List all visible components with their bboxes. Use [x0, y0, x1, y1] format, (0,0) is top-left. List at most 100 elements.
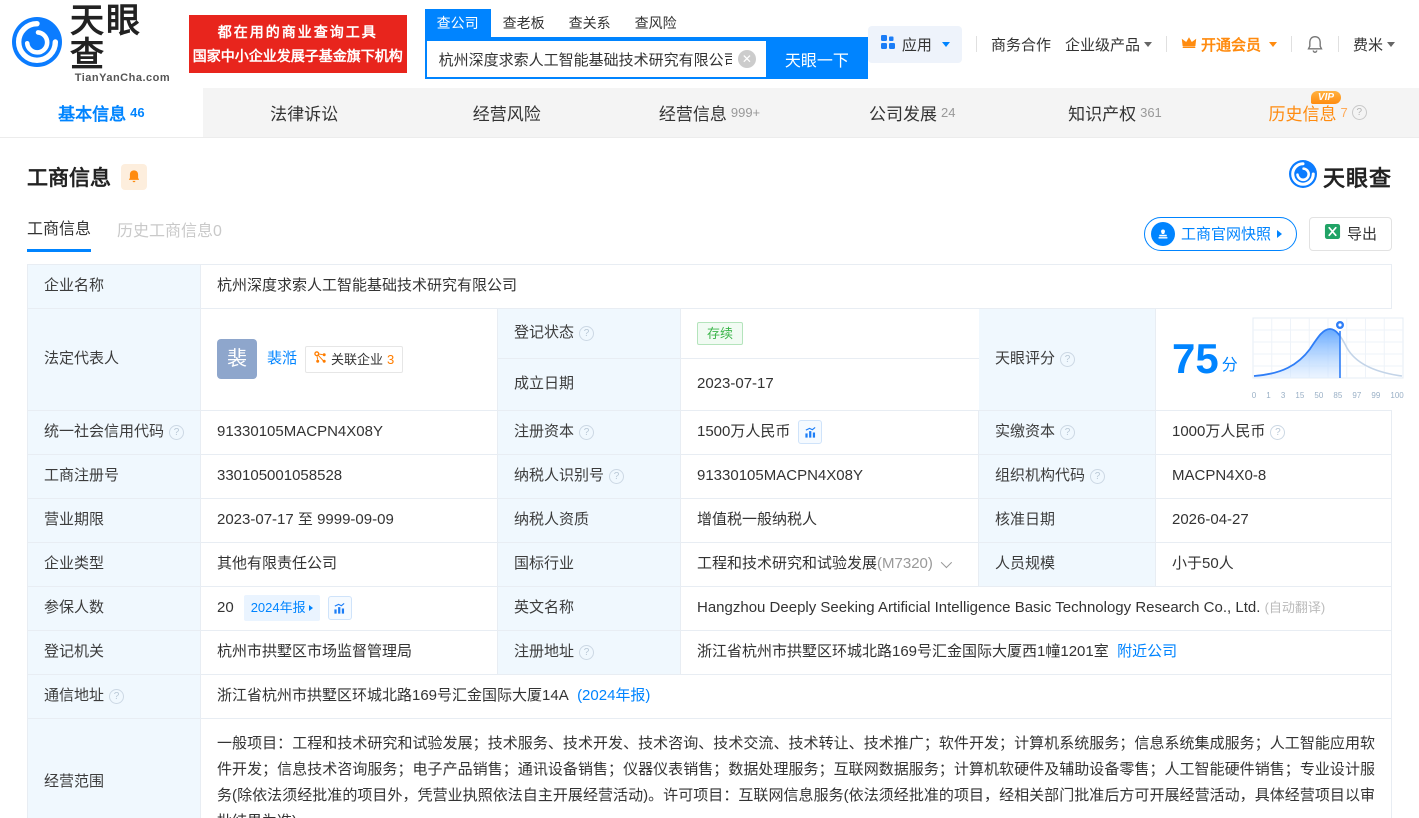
taxpayer-id-label: 纳税人识别号? [498, 455, 681, 498]
table-row: 登记机关 杭州市拱墅区市场监督管理局 注册地址? 浙江省杭州市拱墅区环城北路16… [28, 631, 1391, 675]
tab-operating-info[interactable]: 经营信息999+ [608, 88, 811, 137]
tianyancha-logo[interactable]: 天眼查 TianYanCha.com [12, 4, 175, 84]
annual-report-link[interactable]: (2024年报) [577, 685, 650, 708]
taxpayer-id-value: 91330105MACPN4X08Y [681, 455, 979, 498]
table-row: 经营范围 一般项目：工程和技术研究和试验发展；技术服务、技术开发、技术咨询、技术… [28, 719, 1391, 818]
company-tabs: 基本信息46 法律诉讼 经营风险 经营信息999+ 公司发展24 知识产权361… [0, 88, 1419, 138]
official-snapshot-button[interactable]: 工商官网快照 [1144, 217, 1297, 251]
tab-history-info[interactable]: VIP 历史信息7 ? [1216, 88, 1419, 137]
vip-badge: VIP [1311, 91, 1341, 104]
annual-report-badge[interactable]: 2024年报 [244, 595, 320, 621]
score-label: 天眼评分? [979, 309, 1156, 410]
user-name: 费米 [1353, 34, 1383, 55]
search-tab-boss[interactable]: 查老板 [491, 9, 557, 37]
logo-domain: TianYanCha.com [75, 72, 170, 84]
tab-count: 7 [1341, 105, 1348, 120]
notification-bell-icon[interactable] [1306, 35, 1324, 54]
search-tab-relation[interactable]: 查关系 [557, 9, 623, 37]
chevron-down-icon [1387, 42, 1395, 47]
reg-number-value: 330105001058528 [201, 455, 498, 498]
search-tab-company[interactable]: 查公司 [425, 9, 491, 37]
legal-rep-name-link[interactable]: 裴湉 [267, 348, 297, 371]
mail-address-value: 浙江省杭州市拱墅区环城北路169号汇金国际大厦14A (2024年报) [201, 675, 1391, 718]
help-icon[interactable]: ? [579, 645, 594, 660]
nav-vip-label: 开通会员 [1201, 34, 1261, 55]
tianyancha-logo-icon [12, 17, 62, 72]
search-input[interactable] [425, 39, 766, 79]
arrow-right-icon [309, 605, 313, 611]
watermark-brand-text: 天眼查 [1323, 161, 1392, 193]
credit-code-value: 91330105MACPN4X08Y [201, 411, 498, 454]
reg-capital-label: 注册资本? [498, 411, 681, 454]
org-code-label: 组织机构代码? [979, 455, 1156, 498]
apps-menu[interactable]: 应用 [868, 26, 962, 63]
industry-code: (M7320) [877, 553, 933, 576]
company-name-value: 杭州深度求索人工智能基础技术研究有限公司 [201, 265, 1391, 308]
insured-label: 参保人数 [28, 587, 201, 630]
english-name-value: Hangzhou Deeply Seeking Artificial Intel… [681, 587, 1391, 630]
top-nav: 应用 商务合作 企业级产品 开通会员 费米 [868, 26, 1395, 63]
help-icon[interactable]: ? [169, 425, 184, 440]
tab-intellectual-property[interactable]: 知识产权361 [1014, 88, 1217, 137]
insured-trend-icon[interactable] [328, 596, 352, 620]
legal-rep-label: 法定代表人 [28, 309, 201, 410]
business-term-value: 2023-07-17 至 9999-09-09 [201, 499, 498, 542]
export-button[interactable]: 导出 [1309, 217, 1392, 251]
nav-enterprise[interactable]: 企业级产品 [1065, 34, 1152, 55]
tab-label: 法律诉讼 [270, 100, 338, 125]
clear-search-icon[interactable]: ✕ [738, 50, 756, 68]
subscribe-bell-icon[interactable] [121, 164, 147, 190]
page: 天眼查 TianYanCha.com 都在用的商业查询工具 国家中小企业发展子基… [0, 0, 1419, 818]
subtab-row: 工商信息 历史工商信息0 工商官网快照 导出 [27, 215, 1392, 252]
legal-rep-value: 裴 裴湉 关联企业 3 [201, 309, 498, 410]
subtab-history-business-info[interactable]: 历史工商信息0 [117, 217, 222, 251]
table-row: 法定代表人 裴 裴湉 关联企业 3 登记状态? 存续 成立日期 [28, 309, 1391, 411]
reg-number-label: 工商注册号 [28, 455, 201, 498]
help-icon[interactable]: ? [609, 469, 624, 484]
status-date-subgrid: 登记状态? 存续 成立日期 2023-07-17 [498, 309, 979, 410]
help-icon[interactable]: ? [1090, 469, 1105, 484]
user-menu[interactable]: 费米 [1353, 34, 1395, 55]
chevron-down-icon [1144, 42, 1152, 47]
section-title: 工商信息 [27, 162, 111, 192]
related-companies-label: 关联企业 [331, 350, 383, 370]
legal-rep-avatar[interactable]: 裴 [217, 339, 257, 379]
content: 工商信息 天眼查 工商信息 历史工商信息0 工商官网快照 [0, 160, 1419, 818]
industry-label: 国标行业 [498, 543, 681, 586]
help-icon[interactable]: ? [579, 425, 594, 440]
tab-count: 361 [1140, 105, 1162, 120]
tab-legal[interactable]: 法律诉讼 [203, 88, 406, 137]
paid-capital-value: 1000万人民币? [1156, 411, 1391, 454]
search-button[interactable]: 天眼一下 [766, 39, 868, 79]
related-companies-badge[interactable]: 关联企业 3 [305, 346, 403, 374]
industry-value[interactable]: 工程和技术研究和试验发展(M7320) [681, 543, 979, 586]
nav-vip[interactable]: 开通会员 [1181, 34, 1277, 55]
help-icon[interactable]: ? [1352, 105, 1367, 120]
help-icon[interactable]: ? [1060, 425, 1075, 440]
table-row: 参保人数 20 2024年报 英文名称 Hangzhou Deeply Seek… [28, 587, 1391, 631]
nearby-companies-link[interactable]: 附近公司 [1117, 641, 1177, 664]
search-tab-risk[interactable]: 查风险 [623, 9, 689, 37]
search-area: 查公司 查老板 查关系 查风险 ✕ 天眼一下 [425, 9, 868, 79]
tab-basic-info[interactable]: 基本信息46 [0, 88, 203, 137]
help-icon[interactable]: ? [109, 689, 124, 704]
taxpayer-quality-value: 增值税一般纳税人 [681, 499, 979, 542]
score-value[interactable]: 75 分 [1156, 309, 1414, 410]
chevron-down-icon[interactable] [941, 557, 952, 568]
company-name-label: 企业名称 [28, 265, 201, 308]
table-row: 统一社会信用代码? 91330105MACPN4X08Y 注册资本? 1500万… [28, 411, 1391, 455]
tab-count: 46 [130, 105, 144, 120]
nav-cooperation[interactable]: 商务合作 [991, 34, 1051, 55]
help-icon[interactable]: ? [579, 326, 594, 341]
subtab-business-info[interactable]: 工商信息 [27, 215, 91, 252]
capital-trend-icon[interactable] [798, 420, 822, 444]
excel-icon [1324, 223, 1341, 244]
tab-operating-risk[interactable]: 经营风险 [405, 88, 608, 137]
tab-company-development[interactable]: 公司发展24 [811, 88, 1014, 137]
establish-date-value: 2023-07-17 [681, 359, 979, 409]
help-icon[interactable]: ? [1060, 352, 1075, 367]
staff-size-label: 人员规模 [979, 543, 1156, 586]
help-icon[interactable]: ? [1270, 425, 1285, 440]
nav-enterprise-label: 企业级产品 [1065, 34, 1140, 55]
divider [976, 36, 977, 52]
